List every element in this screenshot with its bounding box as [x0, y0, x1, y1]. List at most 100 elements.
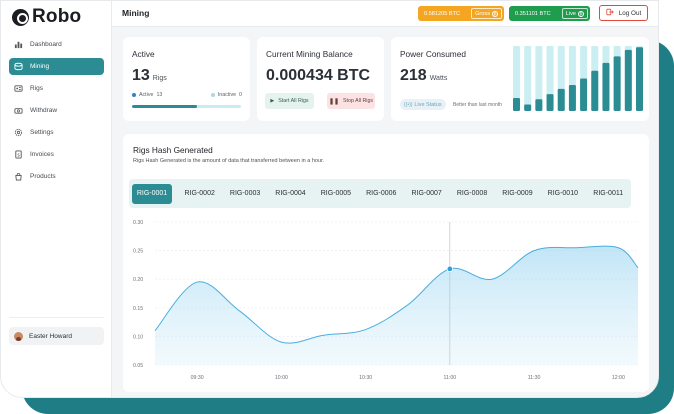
power-value-number: 218	[400, 67, 427, 84]
stop-all-rigs-label: Stop All Rigs	[343, 98, 374, 104]
sidebar-item-label: Rigs	[30, 85, 44, 92]
logo[interactable]: Robo	[12, 6, 81, 28]
tab-rig-0006[interactable]: RIG-0006	[359, 184, 404, 204]
tab-rig-0008[interactable]: RIG-0008	[449, 184, 494, 204]
sidebar-divider	[9, 317, 104, 318]
power-bar	[557, 88, 565, 111]
gross-label: Gross	[475, 10, 490, 17]
logout-label: Log Out	[618, 9, 642, 17]
highlight-point[interactable]	[446, 265, 454, 273]
svg-text:$: $	[17, 152, 20, 158]
power-bar	[546, 94, 554, 111]
sidebar-item-label: Settings	[30, 129, 54, 136]
logout-button[interactable]: Log Out	[599, 5, 648, 21]
sidebar-item-label: Invoices	[30, 151, 54, 158]
power-bar	[535, 99, 543, 111]
stop-all-rigs-button[interactable]: ❚❚ Stop All Rigs	[327, 93, 375, 109]
power-bar	[513, 98, 520, 111]
x-tick-label: 10:30	[359, 375, 372, 381]
y-tick-label: 0.05	[133, 363, 143, 369]
logout-icon	[606, 8, 614, 18]
user-name: Easter Howard	[29, 332, 72, 340]
sidebar-item-rigs[interactable]: Rigs	[9, 80, 104, 97]
sidebar-item-settings[interactable]: Settings	[9, 124, 104, 141]
live-tag: Live ₿	[561, 8, 588, 19]
active-legend-item: Active 13	[132, 92, 162, 98]
rig-tabs: RIG-0001 RIG-0002 RIG-0003 RIG-0004 RIG-…	[129, 179, 631, 208]
active-legend-count: 13	[156, 92, 163, 98]
sidebar-item-label: Mining	[30, 63, 50, 70]
sidebar-item-label: Products	[30, 173, 56, 180]
mining-balance-card: Current Mining Balance 0.000434 BTC ▶ St…	[257, 37, 384, 121]
withdraw-icon	[14, 106, 23, 115]
logo-icon	[12, 8, 29, 26]
tab-rig-0002[interactable]: RIG-0002	[177, 184, 222, 204]
power-card-title: Power Consumed	[400, 49, 466, 59]
x-tick-label: 09:30	[191, 375, 204, 381]
active-count-value: 13	[132, 67, 150, 84]
x-tick-label: 11:00	[444, 375, 457, 381]
tab-rig-0010[interactable]: RIG-0010	[540, 184, 585, 204]
inactive-dot-icon	[210, 93, 215, 97]
tab-rig-0005[interactable]: RIG-0005	[313, 184, 358, 204]
sidebar-item-label: Withdraw	[30, 107, 58, 114]
power-value: 218 Watts	[400, 67, 447, 85]
play-icon: ▶	[270, 98, 275, 104]
mining-icon	[14, 62, 23, 71]
tab-rig-0007[interactable]: RIG-0007	[404, 184, 449, 204]
inactive-legend-item: Inactive 0	[210, 92, 242, 98]
sidebar-item-withdraw[interactable]: Withdraw	[9, 102, 104, 119]
broadcast-icon: ((•))	[404, 101, 413, 108]
start-all-rigs-button[interactable]: ▶ Start All Rigs	[265, 93, 314, 109]
tab-rig-0011[interactable]: RIG-0011	[586, 184, 631, 204]
pause-icon: ❚❚	[328, 98, 340, 105]
power-consumed-card: Power Consumed 218 Watts ((•)) Live Statu…	[391, 37, 649, 121]
tab-rig-0003[interactable]: RIG-0003	[222, 184, 267, 204]
live-label: Live	[565, 10, 576, 17]
logo-text: Robo	[32, 6, 82, 27]
live-status-badge[interactable]: ((•)) Live Status	[400, 99, 446, 110]
active-card-title: Active	[132, 49, 155, 59]
x-tick-label: 11:30	[528, 375, 541, 381]
tab-rig-0009[interactable]: RIG-0009	[495, 184, 540, 204]
power-bar	[524, 104, 532, 111]
user-profile[interactable]: Easter Howard	[9, 327, 104, 345]
sidebar-item-dashboard[interactable]: Dashboard	[9, 36, 104, 53]
power-bar	[580, 78, 588, 111]
power-bar-chart	[513, 46, 643, 111]
invoices-icon: $	[14, 150, 23, 159]
sidebar-item-label: Dashboard	[30, 41, 62, 48]
inactive-legend-count: 0	[239, 92, 242, 98]
products-icon	[14, 172, 23, 181]
y-tick-label: 0.30	[133, 220, 143, 226]
hash-card-title: Rigs Hash Generated	[133, 145, 213, 155]
gross-balance-pill[interactable]: 0.581205 BTC Gross ₿	[418, 6, 504, 21]
hash-area-chart[interactable]: 0.05 0.10 0.15 0.20 0.25 0.30 09:30 10:00 10:30 1…	[123, 214, 649, 392]
power-bar	[568, 85, 576, 111]
y-tick-label: 0.10	[133, 334, 143, 340]
sidebar-item-invoices[interactable]: $ Invoices	[9, 146, 104, 163]
active-progress-bar	[132, 105, 241, 108]
balance-value: 0.000434 BTC	[266, 67, 371, 84]
power-comparison: Better than last month	[453, 102, 502, 108]
bitcoin-icon: ₿	[492, 10, 498, 17]
active-progress-fill	[132, 105, 198, 108]
active-count-unit: Rigs	[152, 75, 167, 82]
settings-icon	[14, 128, 23, 137]
power-bar	[591, 70, 599, 111]
sidebar: Robo Dashboard Mining Rigs Withdraw Sett…	[1, 1, 112, 397]
dashboard-icon	[14, 40, 23, 49]
start-all-rigs-label: Start All Rigs	[278, 98, 309, 104]
sidebar-item-mining[interactable]: Mining	[9, 58, 104, 75]
hash-card-subtitle: Rigs Hash Generated is the amount of dat…	[133, 158, 325, 164]
tab-rig-0001[interactable]: RIG-0001	[132, 183, 172, 204]
page-title: Mining	[122, 8, 150, 18]
sidebar-item-products[interactable]: Products	[9, 168, 104, 185]
power-bar	[602, 62, 610, 111]
sidebar-nav: Dashboard Mining Rigs Withdraw Settings …	[9, 36, 104, 190]
rigs-icon	[14, 84, 23, 93]
active-legend-label: Active	[139, 92, 154, 98]
active-count: 13 Rigs	[132, 67, 167, 85]
tab-rig-0004[interactable]: RIG-0004	[268, 184, 313, 204]
live-balance-pill[interactable]: 0.351101 BTC Live ₿	[509, 6, 590, 21]
